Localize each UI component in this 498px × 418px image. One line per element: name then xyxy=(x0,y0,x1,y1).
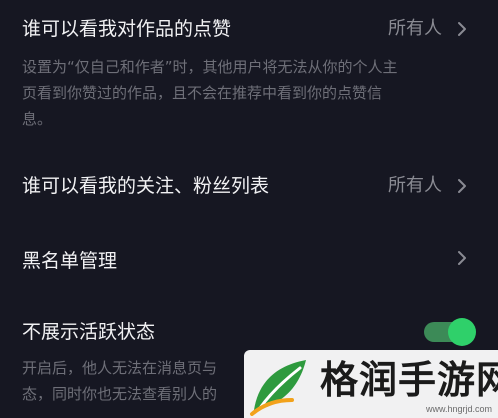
description-line: 息。 xyxy=(22,110,53,128)
blacklist-row[interactable]: 黑名单管理 xyxy=(0,235,498,285)
like-visibility-value: 所有人 xyxy=(388,18,442,39)
chevron-right-icon xyxy=(454,17,470,41)
toggle-knob xyxy=(448,318,476,346)
hide-activity-toggle[interactable] xyxy=(424,318,476,346)
follow-list-visibility-value: 所有人 xyxy=(388,175,442,196)
follow-list-visibility-row[interactable]: 谁可以看我的关注、粉丝列表 所有人 xyxy=(0,160,498,210)
watermark-text: 格润手游网 xyxy=(320,358,498,402)
like-visibility-title: 谁可以看我对作品的点赞 xyxy=(22,18,232,40)
like-visibility-description: 设置为“仅自己和作者”时，其他用户将无法从你的个人主 页看到你赞过的作品，且不会… xyxy=(22,54,478,132)
watermark-url: www.hngrjd.com xyxy=(425,404,492,414)
chevron-right-icon xyxy=(454,174,470,198)
chevron-right-icon xyxy=(454,246,470,270)
description-line: 页看到你赞过的作品，且不会在推荐中看到你的点赞信 xyxy=(22,84,383,102)
site-watermark: 格润手游网 www.hngrjd.com xyxy=(244,350,498,418)
blacklist-title: 黑名单管理 xyxy=(22,250,118,272)
hide-activity-title: 不展示活跃状态 xyxy=(22,321,156,343)
description-line: 设置为“仅自己和作者”时，其他用户将无法从你的个人主 xyxy=(22,58,398,76)
follow-list-visibility-title: 谁可以看我的关注、粉丝列表 xyxy=(22,175,270,197)
leaf-logo-icon xyxy=(248,354,312,416)
privacy-settings-screen: 谁可以看我对作品的点赞 所有人 设置为“仅自己和作者”时，其他用户将无法从你的个… xyxy=(0,0,498,418)
like-visibility-row[interactable]: 谁可以看我对作品的点赞 所有人 设置为“仅自己和作者”时，其他用户将无法从你的个… xyxy=(0,0,498,130)
